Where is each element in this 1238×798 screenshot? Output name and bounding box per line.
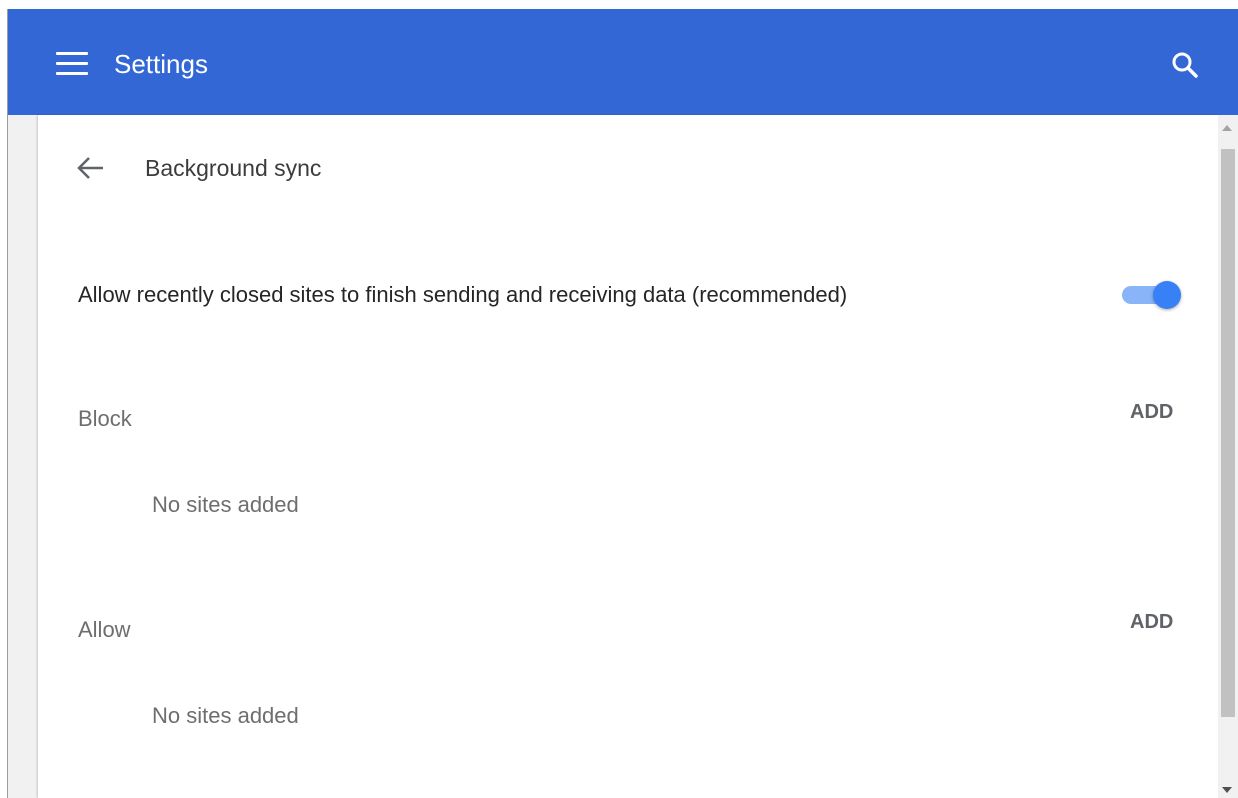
background-sync-toggle[interactable] bbox=[1120, 278, 1184, 312]
allow-add-button[interactable]: ADD bbox=[1126, 607, 1177, 637]
scroll-up-arrow-icon[interactable] bbox=[1222, 125, 1232, 131]
allow-section-label: Allow bbox=[78, 617, 131, 642]
block-add-button[interactable]: ADD bbox=[1126, 397, 1177, 427]
settings-toolbar: Settings bbox=[8, 9, 1238, 115]
toggle-knob bbox=[1153, 281, 1181, 309]
hamburger-menu-icon[interactable] bbox=[56, 52, 88, 76]
settings-card bbox=[38, 115, 1218, 798]
block-empty-text: No sites added bbox=[152, 492, 299, 517]
block-section-label: Block bbox=[78, 406, 132, 431]
settings-window: Settings Background sync Allow recently … bbox=[0, 0, 1238, 798]
page-title: Background sync bbox=[145, 155, 322, 181]
allow-empty-text: No sites added bbox=[152, 703, 299, 728]
vertical-scrollbar[interactable] bbox=[1218, 115, 1238, 798]
arrow-back-icon[interactable] bbox=[70, 151, 110, 185]
scrollbar-thumb[interactable] bbox=[1221, 149, 1235, 717]
search-icon[interactable] bbox=[1168, 48, 1204, 84]
background-sync-setting-label: Allow recently closed sites to finish se… bbox=[78, 282, 848, 307]
scroll-down-arrow-icon[interactable] bbox=[1222, 787, 1232, 793]
left-gutter bbox=[8, 115, 38, 798]
app-title: Settings bbox=[114, 49, 208, 79]
